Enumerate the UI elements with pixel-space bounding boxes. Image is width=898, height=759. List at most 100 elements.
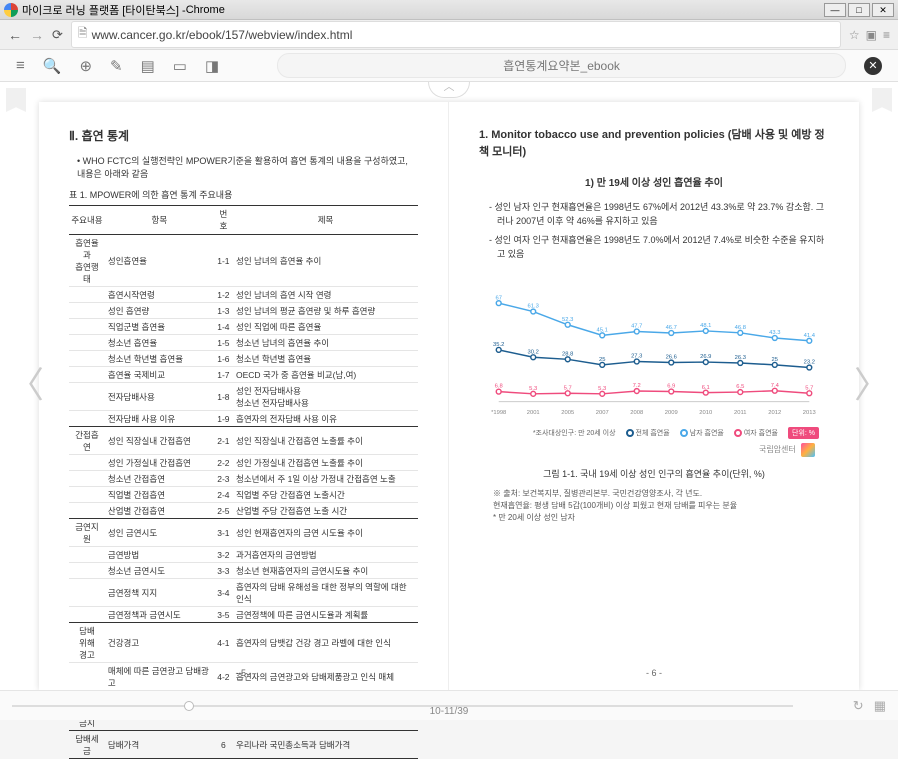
menu-icon[interactable]: ≡ (883, 28, 890, 42)
brand-label: 국립암센터 (759, 445, 796, 454)
page-spread: Ⅱ. 흡연 통계 • WHO FCTC의 실행전략인 MPOWER기준을 활용하… (39, 102, 859, 690)
url-text: www.cancer.go.kr/ebook/157/webview/index… (92, 28, 353, 42)
table-cell: 전자담배 사용 이유 (105, 411, 214, 427)
svg-text:61.3: 61.3 (528, 304, 539, 310)
table-cell: 3-4 (214, 579, 233, 607)
single-page-icon[interactable]: ▭ (173, 57, 187, 75)
page-left: Ⅱ. 흡연 통계 • WHO FCTC의 실행전략인 MPOWER기준을 활용하… (39, 102, 449, 690)
svg-text:46.8: 46.8 (735, 325, 746, 331)
svg-text:6.9: 6.9 (667, 384, 675, 390)
table-cell: 산업별 간접흡연 (105, 503, 214, 519)
table-row: 금연정책과 금연시도3-5금연정책에 따른 금연시도율과 계획률 (69, 607, 418, 623)
next-page-button[interactable]: 〉 (854, 356, 890, 408)
page-slider[interactable] (12, 705, 793, 707)
bullet-2: - 성인 여자 인구 현재흡연율은 1998년도 7.0%에서 2012년 7.… (489, 234, 829, 261)
table-cell: 우리나라 국민총소득과 담배가격 (233, 731, 418, 759)
window-close-button[interactable]: ✕ (872, 3, 894, 17)
table-header: 번호 (214, 206, 233, 235)
svg-text:27.3: 27.3 (631, 354, 642, 360)
table-cell: 직업군별 흡연율 (105, 319, 214, 335)
svg-text:26.6: 26.6 (666, 355, 677, 361)
bullet-1: - 성인 남자 인구 현재흡연율은 1998년도 67%에서 2012년 43.… (489, 201, 829, 228)
hamburger-icon[interactable]: ≡ (16, 57, 25, 74)
svg-text:25: 25 (599, 357, 605, 363)
table-cell: 성인 직장실내 간접흡연 (105, 427, 214, 455)
table-cell (69, 303, 105, 319)
table-cell: 3-3 (214, 563, 233, 579)
slider-thumb-icon[interactable] (184, 701, 194, 711)
extension-icon[interactable]: ▣ (866, 28, 877, 42)
svg-text:5.7: 5.7 (564, 385, 572, 391)
table-cell: 과거흡연자의 금연방법 (233, 547, 418, 563)
list-icon[interactable]: ▤ (141, 57, 155, 75)
table-row: 청소년 금연시도3-3청소년 현재흡연자의 금연시도율 추이 (69, 563, 418, 579)
table-header: 항목 (105, 206, 214, 235)
table-cell (69, 547, 105, 563)
table-row: 성인 가정실내 간접흡연2-2성인 가정실내 간접흡연 노출률 추이 (69, 455, 418, 471)
table-cell: 1-8 (214, 383, 233, 411)
dual-page-icon[interactable]: ◨ (205, 57, 219, 75)
table-cell (69, 319, 105, 335)
close-doc-button[interactable]: ✕ (864, 57, 882, 75)
search-icon[interactable]: 🔍 (43, 57, 62, 75)
table-cell: 건강경고 (105, 623, 214, 663)
svg-text:23.2: 23.2 (804, 360, 815, 366)
window-title-app: Chrome (186, 4, 225, 16)
doc-title: 흡연통계요약본_ebook (277, 53, 846, 78)
table-cell: 1-7 (214, 367, 233, 383)
window-minimize-button[interactable]: — (824, 3, 846, 17)
table-cell: 전자담배사용 (105, 383, 214, 411)
table-cell: 성인 현재흡연자의 금연 시도율 추이 (233, 519, 418, 547)
table-header: 주요내용 (69, 206, 105, 235)
svg-text:47.7: 47.7 (631, 324, 642, 330)
bookmark-right-icon[interactable] (872, 88, 892, 112)
table-cell: 성인 가정실내 간접흡연 (105, 455, 214, 471)
chrome-favicon-icon (4, 3, 18, 17)
svg-text:6.1: 6.1 (702, 385, 710, 391)
right-title: 1. Monitor tobacco use and prevention po… (479, 127, 829, 160)
nav-forward-icon[interactable]: → (30, 27, 44, 43)
section-subtitle: • WHO FCTC의 실행전략인 MPOWER기준을 활용하여 흡연 통계의 … (77, 154, 418, 180)
table-cell: 1-5 (214, 335, 233, 351)
table-cell: 금연정책에 따른 금연시도율과 계획률 (233, 607, 418, 623)
line-chart: *199820012005200720082009201020112012201… (489, 291, 819, 421)
table-cell: 직업별 주당 간접흡연 노출시간 (233, 487, 418, 503)
grid-icon[interactable]: ▦ (874, 698, 886, 714)
star-icon[interactable]: ☆ (849, 28, 860, 42)
add-icon[interactable]: ⊕ (79, 57, 92, 75)
table-cell: 성인 금연시도 (105, 519, 214, 547)
table-cell: 성인 남녀의 흡연율 추이 (233, 235, 418, 287)
table-cell: 흡연자의 전자담배 사용 이유 (233, 411, 418, 427)
table-cell: 2-4 (214, 487, 233, 503)
reload-icon[interactable]: ⟳ (52, 27, 63, 43)
table-cell: 흡연율 국제비교 (105, 367, 214, 383)
table-row: 금연지원성인 금연시도3-1성인 현재흡연자의 금연 시도율 추이 (69, 519, 418, 547)
bottom-bar: ↻ ▦ 10-11/39 (0, 690, 898, 720)
url-field[interactable]: 🗎 www.cancer.go.kr/ebook/157/webview/ind… (71, 21, 841, 48)
edit-icon[interactable]: ✎ (110, 57, 123, 75)
table-row: 흡연시작연령1-2성인 남녀의 흡연 시작 연령 (69, 287, 418, 303)
table-cell: 3-5 (214, 607, 233, 623)
svg-text:2012: 2012 (768, 410, 781, 416)
table-cell: 1-2 (214, 287, 233, 303)
top-handle-icon[interactable]: ︿ (428, 82, 470, 98)
svg-text:2011: 2011 (734, 410, 747, 416)
table-cell: 간접흡연 (69, 427, 105, 455)
refresh-icon[interactable]: ↻ (853, 698, 864, 714)
page-icon: 🗎 (78, 24, 88, 45)
svg-text:2008: 2008 (630, 410, 643, 416)
table-row: 청소년 간접흡연2-3청소년에서 주 1일 이상 가정내 간접흡연 노출 (69, 471, 418, 487)
table-cell: 성인 가정실내 간접흡연 노출률 추이 (233, 455, 418, 471)
table-cell: 청소년 학년별 흡연율 (233, 351, 418, 367)
svg-text:41.4: 41.4 (804, 333, 816, 339)
svg-text:46.7: 46.7 (666, 325, 677, 331)
table-row: 산업별 간접흡연2-5산업별 주당 간접흡연 노출 시간 (69, 503, 418, 519)
table-row: 직업별 간접흡연2-4직업별 주당 간접흡연 노출시간 (69, 487, 418, 503)
svg-text:28.8: 28.8 (562, 351, 573, 357)
table-cell: 금연정책과 금연시도 (105, 607, 214, 623)
bookmark-left-icon[interactable] (6, 88, 26, 112)
table-cell: 성인 흡연량 (105, 303, 214, 319)
nav-back-icon[interactable]: ← (8, 27, 22, 43)
table-cell: 2-3 (214, 471, 233, 487)
window-maximize-button[interactable]: □ (848, 3, 870, 17)
